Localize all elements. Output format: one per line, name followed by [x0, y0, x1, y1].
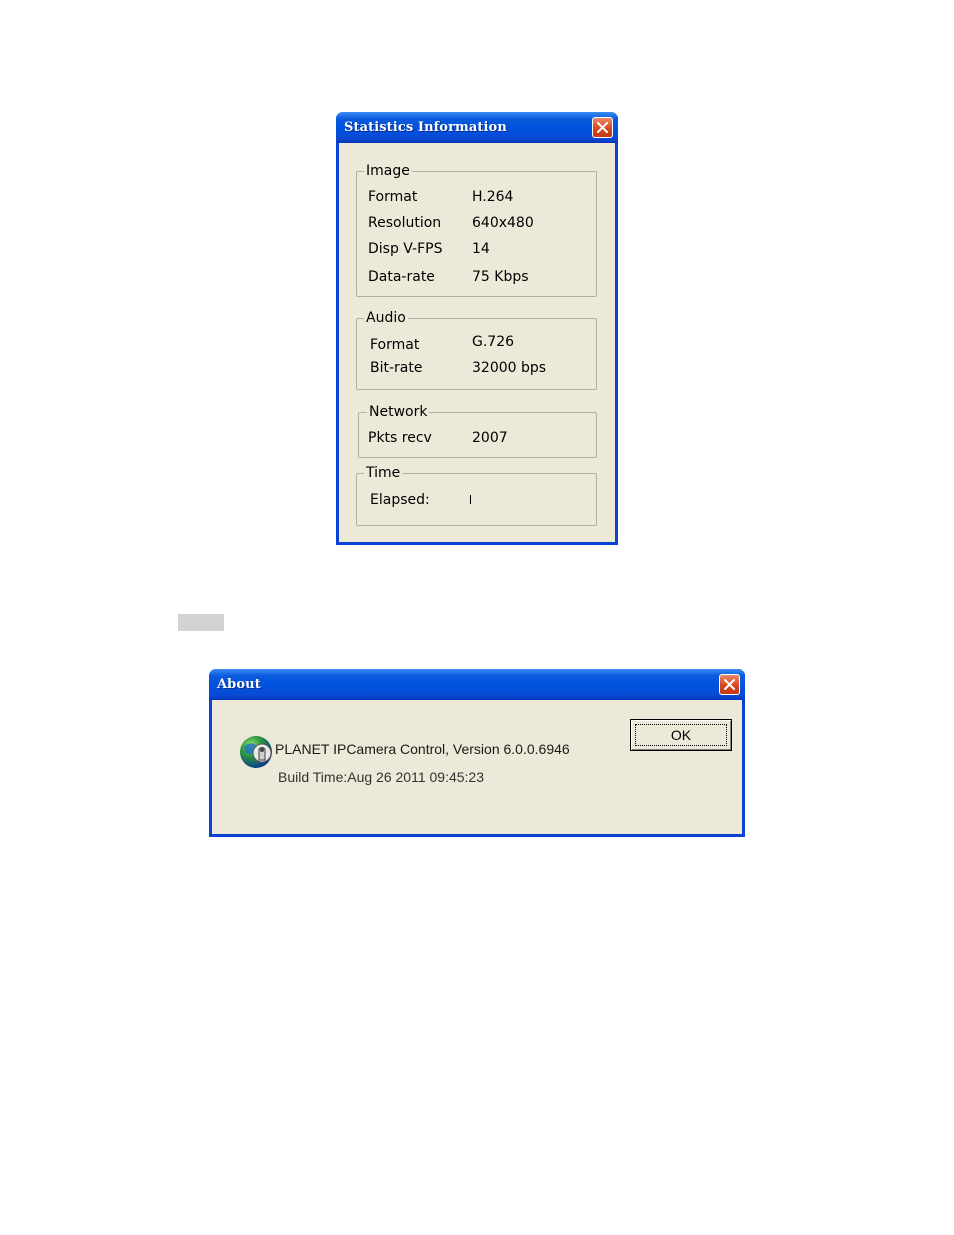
about-window-title: About [217, 677, 261, 692]
image-resolution-value: 640x480 [472, 215, 534, 231]
planet-globe-icon [240, 736, 272, 768]
audio-format-label: Format [370, 337, 420, 353]
network-pkts-label: Pkts recv [368, 430, 432, 446]
time-group: Time Elapsed: [356, 464, 597, 526]
image-format-value: H.264 [472, 189, 514, 205]
stats-close-button[interactable] [592, 117, 613, 138]
image-format-label: Format [368, 189, 418, 205]
time-elapsed-label: Elapsed: [370, 492, 430, 508]
ok-button[interactable]: OK [630, 719, 732, 751]
about-close-button[interactable] [719, 674, 740, 695]
about-window: About PLANET IPCamera Control, Version 6… [209, 669, 745, 837]
stats-title-bar[interactable]: Statistics Information [336, 112, 618, 143]
audio-bitrate-value: 32000 bps [472, 360, 547, 376]
close-icon [597, 122, 608, 133]
network-group: Network Pkts recv 2007 [358, 403, 597, 458]
audio-bitrate-label: Bit-rate [370, 360, 423, 376]
audio-format-value: G.726 [472, 334, 515, 350]
about-title-bar[interactable]: About [209, 669, 745, 700]
network-pkts-value: 2007 [472, 430, 508, 446]
stats-window-title: Statistics Information [344, 120, 507, 135]
audio-group: Audio Format G.726 Bit-rate 32000 bps [356, 309, 597, 390]
about-version-text: PLANET IPCamera Control, Version 6.0.0.6… [275, 741, 570, 757]
network-group-title: Network [367, 403, 430, 421]
time-group-title: Time [364, 464, 403, 482]
stats-body: Image Format H.264 Resolution 640x480 Di… [339, 143, 615, 542]
statistics-window: Statistics Information Image Format H.26… [336, 112, 618, 545]
audio-group-title: Audio [364, 309, 408, 327]
selection-highlight [178, 614, 224, 631]
elapsed-caret [470, 495, 471, 504]
image-group: Image Format H.264 Resolution 640x480 Di… [356, 162, 597, 297]
close-icon [724, 679, 735, 690]
image-group-title: Image [364, 162, 412, 180]
ok-button-label: OK [670, 727, 692, 743]
image-fps-label: Disp V-FPS [368, 241, 443, 257]
image-resolution-label: Resolution [368, 215, 442, 231]
image-datarate-value: 75 Kbps [472, 269, 529, 285]
image-fps-value: 14 [472, 241, 490, 257]
image-datarate-label: Data-rate [368, 269, 435, 285]
about-build-time: Build Time:Aug 26 2011 09:45:23 [278, 769, 485, 785]
